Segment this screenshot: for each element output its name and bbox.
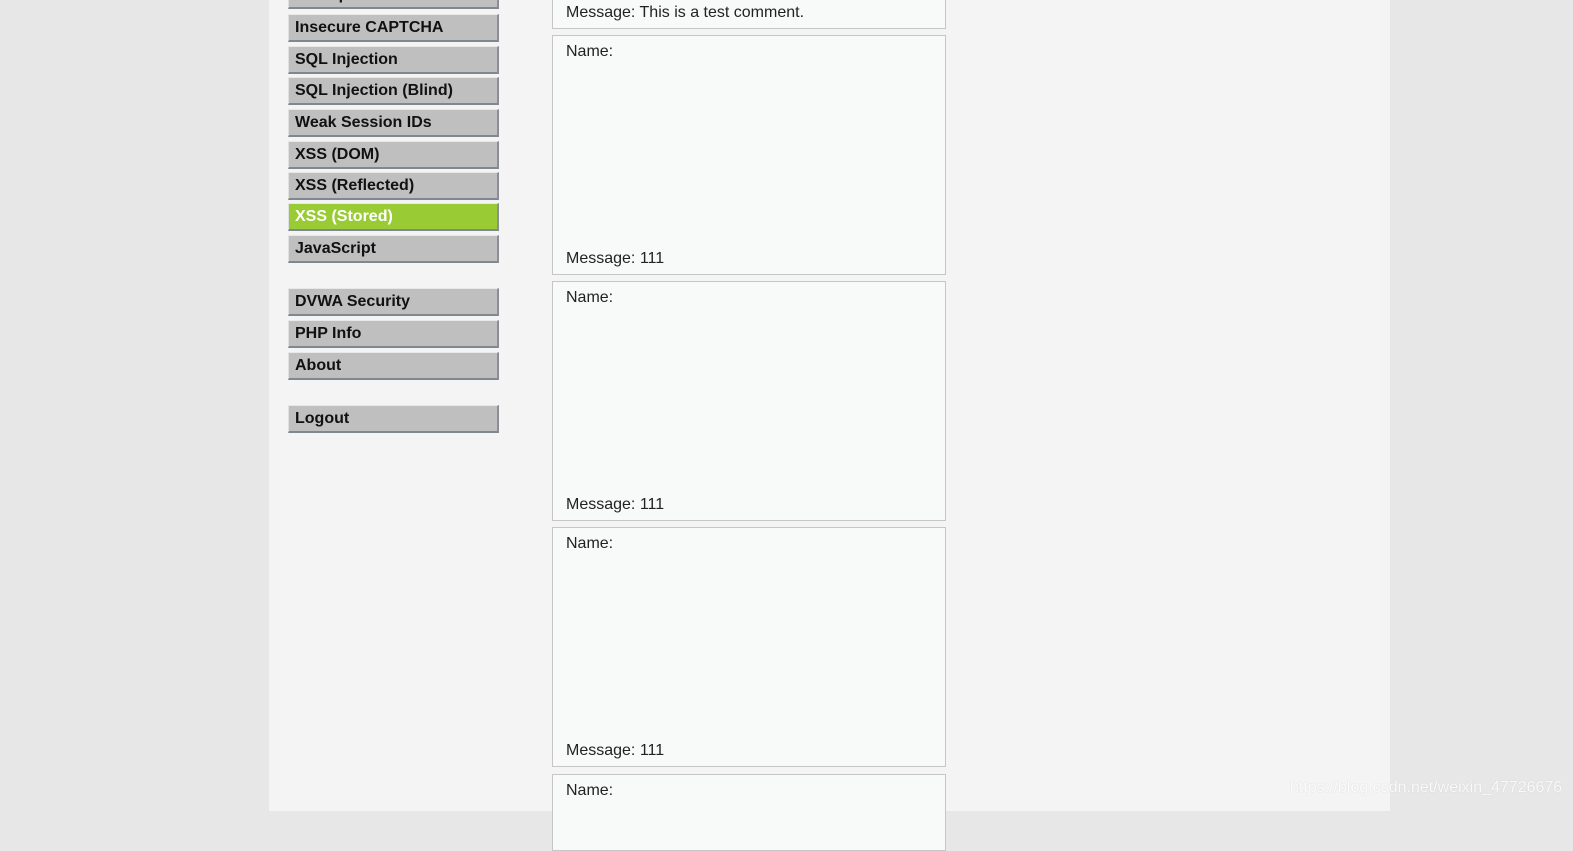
comment-name: Name: [566,43,614,60]
comment-message: Message: 111 [566,250,665,267]
menu-item-file-upload[interactable]: File Upload [288,0,499,9]
comment-message: Message: 111 [566,742,665,759]
watermark: https://blog.csdn.net/weixin_47726676 [1290,779,1563,796]
menu-item-php-info[interactable]: PHP Info [288,320,499,348]
menu-item-javascript[interactable]: JavaScript [288,235,499,263]
comment-name: Name: [566,782,614,799]
comment-message: Message: This is a test comment. [566,4,805,21]
menu-item-weak-session-ids[interactable]: Weak Session IDs [288,109,499,137]
comment-entry: Name:Message: This is a test comment. [552,0,946,29]
menu-item-sql-injection[interactable]: SQL Injection [288,46,499,74]
menu-item-xss-stored[interactable]: XSS (Stored) [288,203,499,231]
comment-entry: Name: Message: 111 [552,281,946,521]
menu-item-xss-dom[interactable]: XSS (DOM) [288,141,499,169]
menu-item-insecure-captcha[interactable]: Insecure CAPTCHA [288,14,499,42]
menu-item-about[interactable]: About [288,352,499,380]
comment-entry: Name: [552,774,946,851]
menu-item-logout[interactable]: Logout [288,405,499,433]
comment-name: Name: [566,535,614,552]
menu-item-xss-reflected[interactable]: XSS (Reflected) [288,172,499,200]
comment-name: Name: [566,289,614,306]
menu-item-sql-injection-blind[interactable]: SQL Injection (Blind) [288,77,499,105]
comment-entry: Name: Message: 111 [552,35,946,275]
comment-entry: Name: Message: 111 [552,527,946,767]
menu-item-dvwa-security[interactable]: DVWA Security [288,288,499,316]
comment-message: Message: 111 [566,496,665,513]
